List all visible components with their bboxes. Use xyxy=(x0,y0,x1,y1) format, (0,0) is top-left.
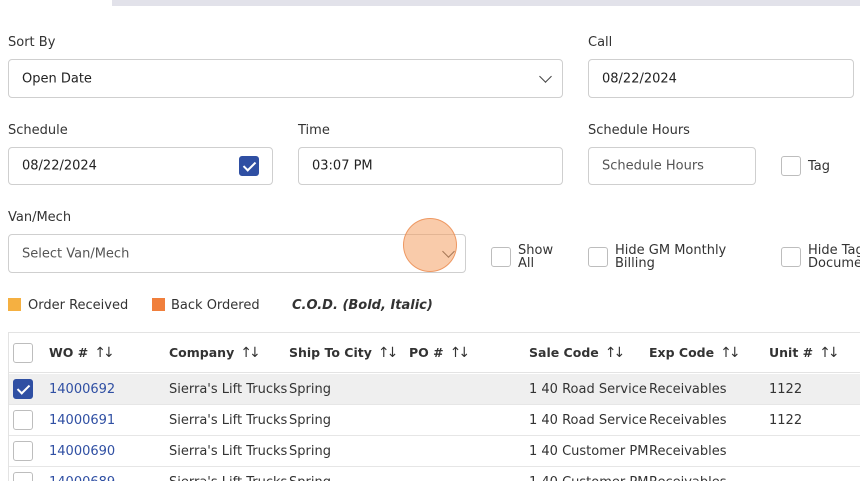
active-tab-segment[interactable] xyxy=(0,0,112,6)
row-checkbox[interactable] xyxy=(13,379,33,399)
col-unit-number[interactable]: Unit # ↑↓ xyxy=(769,333,840,373)
exp-code-cell: Receivables xyxy=(649,467,727,481)
city-cell: Spring xyxy=(289,413,331,428)
row-checkbox[interactable] xyxy=(13,410,33,430)
schedule-hours-placeholder: Schedule Hours xyxy=(602,158,704,174)
sort-by-value: Open Date xyxy=(22,71,92,86)
sort-icon[interactable]: ↑↓ xyxy=(450,345,471,361)
van-mech-select[interactable]: Select Van/Mech xyxy=(8,234,466,273)
back-ordered-swatch xyxy=(152,298,165,311)
schedule-hours-input[interactable]: Schedule Hours xyxy=(588,147,756,185)
select-all-checkbox[interactable] xyxy=(13,343,33,363)
sale-code-cell: 1 40 Road Service xyxy=(529,382,647,397)
hide-tag-documents-line2: Documen xyxy=(808,256,860,271)
sort-icon[interactable]: ↑↓ xyxy=(720,345,741,361)
sort-icon[interactable]: ↑↓ xyxy=(819,345,840,361)
col-company[interactable]: Company ↑↓ xyxy=(169,333,261,373)
wo-number-link[interactable]: 14000691 xyxy=(49,405,115,436)
sort-icon[interactable]: ↑↓ xyxy=(605,345,626,361)
schedule-checkbox[interactable] xyxy=(239,156,259,176)
call-date-value: 08/22/2024 xyxy=(602,71,677,86)
back-ordered-label: Back Ordered xyxy=(171,298,260,313)
wo-number-link[interactable]: 14000690 xyxy=(49,436,115,467)
time-value: 03:07 PM xyxy=(312,158,373,174)
exp-code-cell: Receivables xyxy=(649,444,727,459)
call-date-input[interactable]: 08/22/2024 xyxy=(588,59,854,98)
sort-by-label: Sort By xyxy=(8,35,56,50)
show-all-label-line2: All xyxy=(518,256,535,271)
col-unit-number-label: Unit # xyxy=(769,345,814,360)
col-sale-code-label: Sale Code xyxy=(529,345,599,360)
exp-code-cell: Receivables xyxy=(649,382,727,397)
col-wo-number[interactable]: WO # ↑↓ xyxy=(49,333,115,373)
sale-code-cell: 1 40 Customer PM xyxy=(529,444,649,459)
schedule-hours-label: Schedule Hours xyxy=(588,123,690,138)
time-input[interactable]: 03:07 PM xyxy=(298,147,563,185)
work-order-table: WO # ↑↓ Company ↑↓ Ship To City ↑↓ PO # ↑↓ S… xyxy=(8,332,860,481)
wo-number-link[interactable]: 14000689 xyxy=(49,467,115,481)
col-wo-number-label: WO # xyxy=(49,345,89,360)
sale-code-cell: 1 40 Customer PM xyxy=(529,467,648,481)
company-cell: Sierra's Lift Trucks xyxy=(169,382,288,397)
col-ship-to-city-label: Ship To City xyxy=(289,345,372,360)
schedule-label: Schedule xyxy=(8,123,68,138)
sort-icon[interactable]: ↑↓ xyxy=(378,345,399,361)
chevron-down-icon xyxy=(539,69,552,83)
show-all-label: Show All xyxy=(518,244,553,270)
city-cell: Spring xyxy=(289,382,331,397)
van-mech-label: Van/Mech xyxy=(8,210,72,225)
col-po-number-label: PO # xyxy=(409,345,444,360)
tag-checkbox[interactable] xyxy=(781,156,801,176)
order-received-label: Order Received xyxy=(28,298,129,313)
tag-label: Tag xyxy=(808,159,831,174)
schedule-date-input[interactable]: 08/22/2024 xyxy=(8,147,273,185)
company-cell: Sierra's Lift Trucks xyxy=(169,444,288,459)
city-cell: Spring xyxy=(289,444,331,459)
cod-legend-label: C.O.D. (Bold, Italic) xyxy=(292,298,433,313)
table-row[interactable]: 14000689 Sierra's Lift Trucks Spring 1 4… xyxy=(9,467,860,481)
col-ship-to-city[interactable]: Ship To City ↑↓ xyxy=(289,333,399,373)
table-row[interactable]: 14000690 Sierra's Lift Trucks Spring 1 4… xyxy=(9,436,860,467)
col-po-number[interactable]: PO # ↑↓ xyxy=(409,333,471,373)
col-exp-code-label: Exp Code xyxy=(649,345,715,360)
col-exp-code[interactable]: Exp Code ↑↓ xyxy=(649,333,741,373)
unit-cell: 1122 xyxy=(769,382,803,397)
sale-code-cell: 1 40 Road Service xyxy=(529,413,647,428)
sort-icon[interactable]: ↑↓ xyxy=(240,345,261,361)
row-checkbox[interactable] xyxy=(13,441,33,461)
wo-number-link[interactable]: 14000692 xyxy=(49,374,115,405)
sort-by-select[interactable]: Open Date xyxy=(8,59,563,98)
col-company-label: Company xyxy=(169,345,235,360)
city-cell: Spring xyxy=(289,467,331,481)
col-sale-code[interactable]: Sale Code ↑↓ xyxy=(529,333,626,373)
show-all-checkbox[interactable] xyxy=(491,247,511,267)
company-cell: Sierra's Lift Trucks xyxy=(169,467,287,481)
company-cell: Sierra's Lift Trucks xyxy=(169,413,288,428)
van-mech-placeholder: Select Van/Mech xyxy=(22,246,130,261)
call-label: Call xyxy=(588,35,613,50)
hide-gm-billing-checkbox[interactable] xyxy=(588,247,608,267)
hide-gm-billing-label: Hide GM Monthly Billing xyxy=(615,244,726,270)
table-header: WO # ↑↓ Company ↑↓ Ship To City ↑↓ PO # ↑↓ S… xyxy=(9,333,860,373)
top-tab-strip xyxy=(0,0,860,6)
hide-tag-documents-label: Hide Tag Documen xyxy=(808,244,860,270)
table-row[interactable]: 14000692 Sierra's Lift Trucks Spring 1 4… xyxy=(9,374,860,405)
unit-cell: 1122 xyxy=(769,413,803,428)
time-label: Time xyxy=(298,123,330,138)
click-indicator xyxy=(403,218,457,272)
table-row[interactable]: 14000691 Sierra's Lift Trucks Spring 1 4… xyxy=(9,405,860,436)
hide-tag-documents-checkbox[interactable] xyxy=(781,247,801,267)
hide-gm-billing-line2: Billing xyxy=(615,256,655,271)
row-checkbox[interactable] xyxy=(13,472,33,481)
schedule-date-value: 08/22/2024 xyxy=(22,158,97,174)
order-received-swatch xyxy=(8,298,21,311)
sort-icon[interactable]: ↑↓ xyxy=(94,345,115,361)
exp-code-cell: Receivables xyxy=(649,413,727,428)
